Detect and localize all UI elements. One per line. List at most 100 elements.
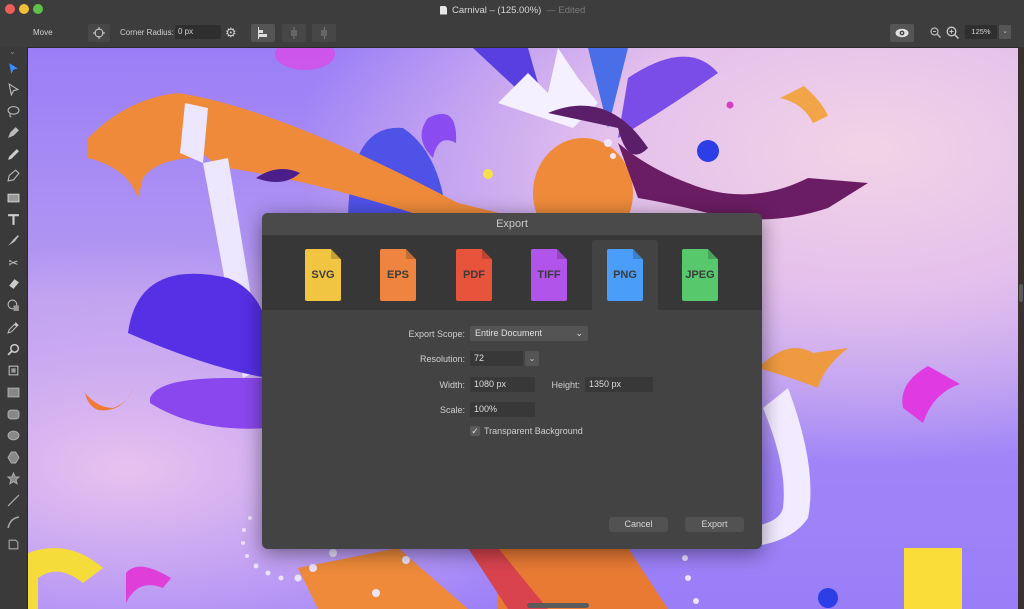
shape-builder-icon (7, 299, 19, 311)
knife-icon (8, 235, 19, 246)
zoom-in-icon (946, 26, 960, 40)
star-icon (7, 472, 20, 485)
collapse-chevron-icon[interactable]: ⌄ (9, 47, 16, 56)
arm-band (180, 103, 208, 163)
ellipse-tool[interactable] (5, 427, 22, 444)
rounded-rectangle-tool[interactable] (5, 406, 22, 423)
checkmark-icon: ✓ (471, 426, 479, 436)
rounded-rectangle-icon (7, 409, 20, 420)
direct-selection-tool[interactable] (5, 81, 22, 98)
pencil-tool[interactable] (5, 146, 22, 163)
shape-builder-tool[interactable] (5, 297, 22, 314)
zoom-level-input[interactable]: 125% (965, 25, 997, 39)
earring-pearl (604, 139, 612, 147)
text-t-icon (8, 214, 19, 225)
artboard-icon (8, 365, 19, 376)
resolution-input[interactable]: 72 (470, 351, 523, 366)
ellipse-icon (7, 430, 20, 441)
pink-dot (726, 101, 734, 109)
star-tool[interactable] (5, 470, 22, 487)
format-jpeg[interactable]: JPEG (667, 240, 733, 310)
lasso-icon (7, 106, 20, 118)
align-right-icon (321, 27, 327, 39)
settings-gear-icon[interactable]: ⚙ (225, 26, 237, 39)
horizontal-scrollbar[interactable] (527, 603, 589, 608)
brush-tool[interactable] (5, 167, 22, 184)
minimize-window-button[interactable] (19, 4, 29, 14)
format-svg[interactable]: SVG (290, 240, 356, 310)
current-tool-label: Move (33, 28, 53, 37)
pen-tool[interactable] (5, 124, 22, 141)
zoom-out-button[interactable] (930, 27, 941, 41)
align-center-button[interactable] (282, 24, 306, 42)
selection-tool[interactable] (5, 60, 22, 77)
arc-tool[interactable] (5, 514, 22, 531)
polygon-tool[interactable] (5, 449, 22, 466)
eyedropper-icon (7, 322, 19, 334)
scissors-tool[interactable]: ✂ (5, 254, 22, 271)
format-pdf[interactable]: PDF (441, 240, 507, 310)
format-png[interactable]: PNG (592, 240, 658, 310)
close-window-button[interactable] (5, 4, 15, 14)
line-tool[interactable] (5, 492, 22, 509)
crop-tool[interactable] (5, 536, 22, 553)
orange-confetti (758, 348, 848, 388)
pen-nib-icon (8, 127, 19, 138)
brush-icon (7, 169, 20, 182)
cancel-button[interactable]: Cancel (609, 517, 668, 532)
transparent-background-checkbox[interactable]: ✓ (470, 426, 480, 436)
knife-tool[interactable] (5, 232, 22, 249)
eraser-icon (9, 279, 19, 289)
eraser-tool[interactable] (5, 275, 22, 292)
zoom-in-button[interactable] (946, 26, 960, 42)
zoom-dropdown-button[interactable]: ⌄ (999, 25, 1011, 39)
height-label: Height: (551, 379, 580, 390)
eyedropper-tool[interactable] (5, 319, 22, 336)
text-tool[interactable] (5, 211, 22, 228)
line-icon (7, 494, 20, 507)
svg-file-icon: SVG (305, 249, 341, 301)
zoom-out-icon (930, 27, 941, 38)
arrow-cursor-icon (9, 63, 18, 74)
pencil-icon (8, 149, 19, 160)
format-tiff[interactable]: TIFF (516, 240, 582, 310)
rectangle-tool[interactable] (5, 384, 22, 401)
format-eps[interactable]: EPS (365, 240, 431, 310)
format-picker: SVG EPS PDF TIFF PNG JPEG (262, 236, 762, 310)
export-scope-row: Export Scope: Entire Document ⌄ (382, 326, 588, 341)
eps-file-icon: EPS (380, 249, 416, 301)
align-right-button[interactable] (312, 24, 336, 42)
corner-radius-input[interactable]: 0 px (175, 25, 221, 39)
scale-input[interactable]: 100% (470, 402, 535, 417)
resolution-row: Resolution: 72 ⌄ (382, 351, 539, 366)
align-center-icon (291, 27, 297, 39)
dimensions-row: Width: 1080 px Height: 1350 px (382, 377, 653, 392)
vertical-scrollbar[interactable] (1019, 284, 1023, 302)
resolution-dropdown-button[interactable]: ⌄ (525, 351, 539, 366)
edited-status: — Edited (546, 4, 586, 16)
target-button[interactable] (88, 24, 110, 42)
chevron-down-icon: ⌄ (528, 354, 536, 363)
align-left-button[interactable] (251, 24, 275, 42)
export-button[interactable]: Export (685, 517, 744, 532)
artboard-tool[interactable] (5, 362, 22, 379)
orange-confetti (780, 86, 828, 123)
polygon-icon (7, 451, 20, 464)
width-input[interactable]: 1080 px (470, 377, 535, 392)
chevron-down-icon: ⌄ (1002, 28, 1008, 35)
orange-crescent (85, 388, 133, 411)
zoom-tool[interactable] (5, 341, 22, 358)
scissors-icon: ✂ (8, 255, 19, 270)
jpeg-file-icon: JPEG (682, 249, 718, 301)
height-input[interactable]: 1350 px (585, 377, 653, 392)
lasso-tool[interactable] (5, 103, 22, 120)
rectangle-icon (7, 387, 20, 398)
maximize-window-button[interactable] (33, 4, 43, 14)
export-scope-select[interactable]: Entire Document ⌄ (470, 326, 588, 341)
png-file-icon: PNG (607, 249, 643, 301)
tools-panel: ⌄ ✂ (0, 47, 28, 609)
gradient-fill-icon (7, 193, 20, 203)
width-label: Width: (439, 379, 465, 390)
fill-tool[interactable] (5, 189, 22, 206)
preview-button[interactable] (890, 24, 914, 42)
